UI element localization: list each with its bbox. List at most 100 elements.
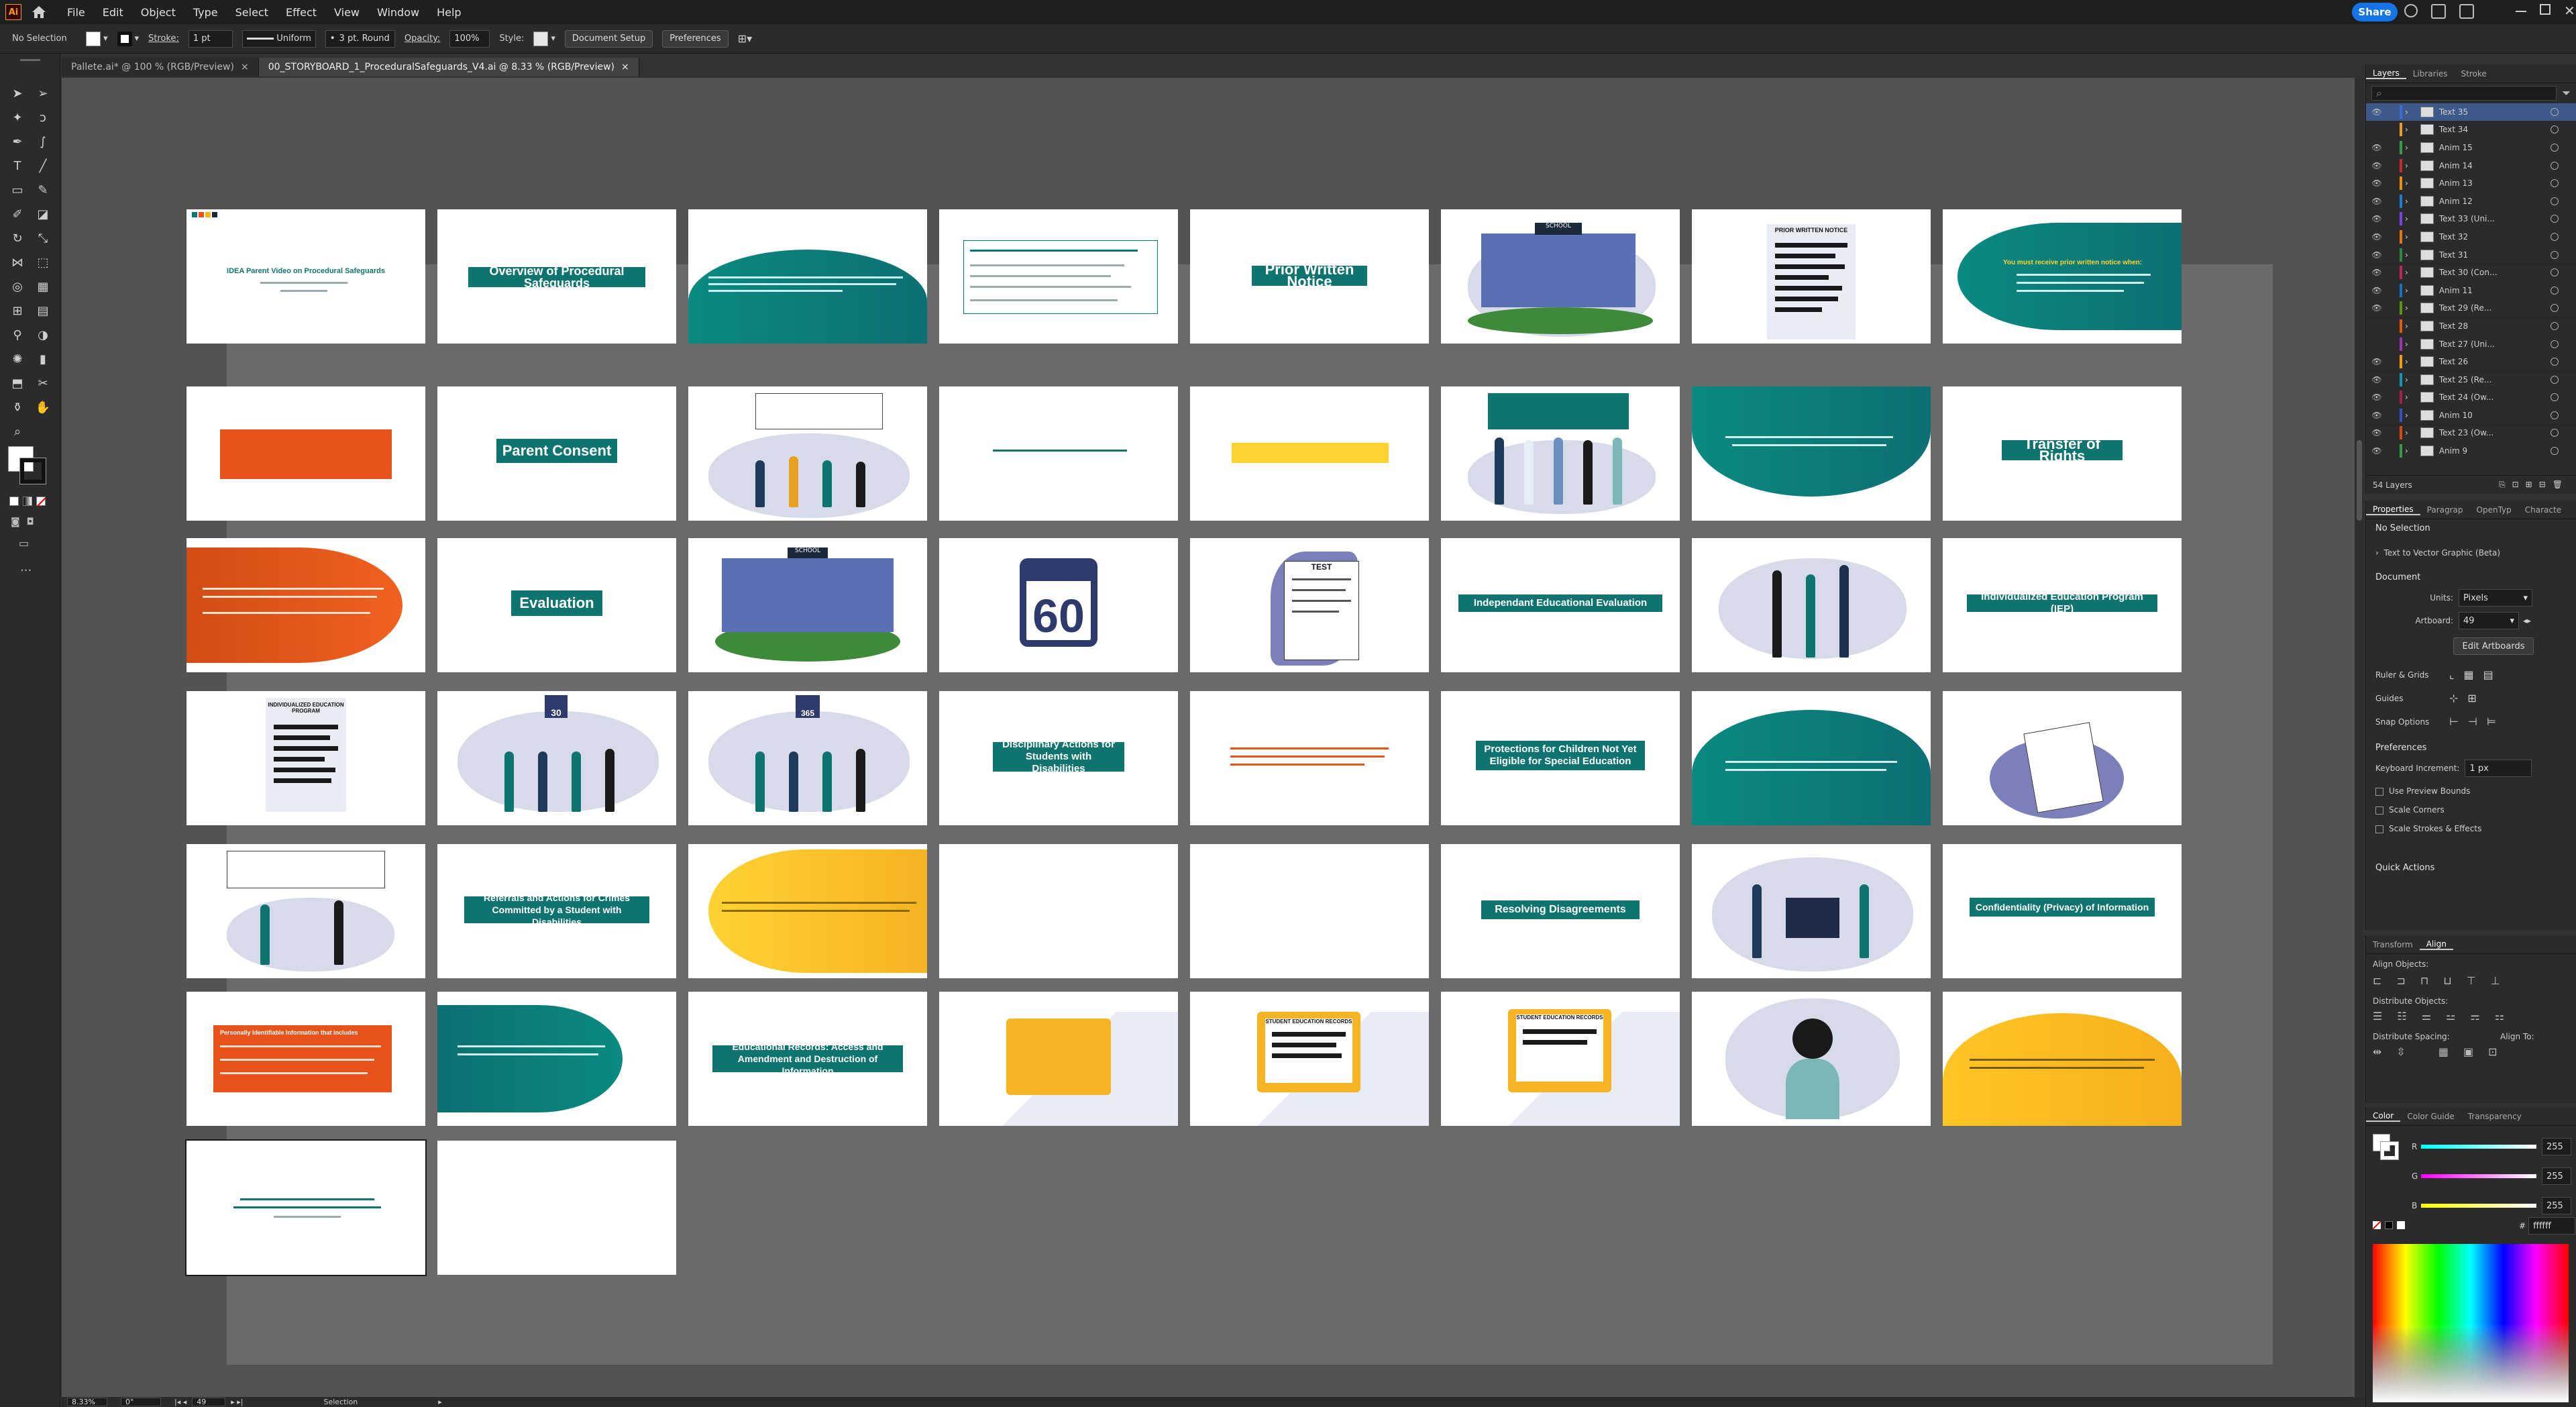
tab-transparency[interactable]: Transparency — [2461, 1112, 2528, 1121]
none-icon[interactable] — [36, 497, 47, 507]
eye-icon[interactable]: 👁 — [2370, 176, 2383, 190]
preferences-button[interactable]: Preferences — [662, 30, 729, 48]
close-icon[interactable]: ✕ — [2564, 4, 2575, 17]
artboard-43[interactable]: Educational Records: Access and Amendmen… — [688, 992, 927, 1126]
home-icon[interactable] — [30, 3, 48, 21]
artboard-34[interactable]: Referrals and Actions for Crimes Committ… — [437, 844, 676, 978]
layer-actions[interactable]: ⎘⊡⊞⊟🗑 — [2499, 480, 2569, 490]
color-spectrum[interactable] — [2373, 1244, 2569, 1402]
eye-icon[interactable]: 👁 — [2370, 105, 2383, 119]
lasso-tool-icon[interactable]: ↄ — [34, 109, 52, 126]
eye-icon[interactable]: 👁 — [2370, 444, 2383, 458]
artboard-48[interactable] — [1943, 992, 2182, 1126]
stroke-weight-value[interactable]: 1 pt — [188, 30, 233, 48]
keyboard-increment-field[interactable]: 1 px — [2465, 760, 2532, 777]
color-fill-stroke[interactable] — [2373, 1134, 2400, 1161]
stroke-swatch[interactable]: ▾ — [117, 31, 139, 46]
scroll-thumb[interactable] — [2357, 440, 2362, 521]
artboard-49[interactable] — [185, 1139, 427, 1276]
artboard-1[interactable]: IDEA Parent Video on Procedural Safeguar… — [186, 209, 425, 344]
style-swatch[interactable]: ▾ — [533, 31, 555, 46]
artboard-19[interactable]: SCHOOL — [688, 538, 927, 672]
layer-row[interactable]: 👁 › Anim 13 — [2366, 174, 2576, 193]
close-icon[interactable]: × — [621, 62, 629, 72]
opacity-value[interactable]: 100% — [449, 30, 490, 48]
black-swatch[interactable] — [2385, 1221, 2393, 1229]
maximize-icon[interactable] — [2540, 4, 2551, 15]
menu-type[interactable]: Type — [193, 6, 218, 19]
eye-icon[interactable]: 👁 — [2370, 355, 2383, 368]
artboard-50[interactable] — [437, 1141, 676, 1275]
artboard-5[interactable]: Prior Written Notice — [1190, 209, 1429, 344]
eye-icon[interactable] — [2370, 123, 2383, 136]
menu-window[interactable]: Window — [377, 6, 419, 19]
layer-row[interactable]: 👁 › Anim 9 — [2366, 442, 2576, 460]
fill-stroke-widget[interactable] — [8, 446, 48, 486]
artboard-4[interactable] — [939, 209, 1178, 344]
artboard-39[interactable] — [1692, 844, 1931, 978]
hex-field[interactable]: ffffff — [2528, 1217, 2576, 1235]
artboard-27[interactable]: 365 — [688, 691, 927, 825]
workspace-switcher-icon[interactable] — [2459, 4, 2474, 19]
target-icon[interactable] — [2551, 232, 2559, 241]
next-artboard-icon[interactable]: ▸ ▸| — [231, 1398, 243, 1406]
artboard-32[interactable] — [1943, 691, 2182, 825]
layer-row[interactable]: 👁 › Anim 11 — [2366, 282, 2576, 300]
artboard-16[interactable]: Transfer of Rights — [1943, 386, 2182, 521]
line-tool-icon[interactable]: ╱ — [34, 157, 52, 174]
hand-tool-icon[interactable]: ✋ — [34, 399, 52, 416]
artboard-select[interactable]: 49 ▾ — [2459, 612, 2519, 629]
text-to-vector-row[interactable]: › Text to Vector Graphic (Beta) — [2366, 537, 2576, 568]
artboard-26[interactable]: 30 — [437, 691, 676, 825]
red-value[interactable]: 255 — [2542, 1138, 2571, 1155]
first-artboard-icon[interactable]: |◂ ◂ — [174, 1398, 186, 1406]
layer-row[interactable]: 👁 › Text 26 — [2366, 353, 2576, 371]
draw-normal-icon[interactable]: ◙ — [11, 517, 20, 527]
artboard-22[interactable]: Independant Educational Evaluation — [1441, 538, 1680, 672]
artboard-11[interactable] — [688, 386, 927, 521]
artboard-8[interactable]: You must receive prior written notice wh… — [1943, 209, 2182, 344]
tab-pallete[interactable]: Pallete.ai* @ 100 % (RGB/Preview) × — [62, 58, 259, 76]
tab-character[interactable]: Characte — [2518, 505, 2568, 515]
layer-row[interactable]: 👁 › Text 32 — [2366, 228, 2576, 246]
tab-properties[interactable]: Properties — [2366, 505, 2420, 515]
minimize-icon[interactable] — [2516, 11, 2526, 12]
artboard-41[interactable]: Personally Identifiable Information that… — [186, 992, 425, 1126]
tab-color-guide[interactable]: Color Guide — [2400, 1112, 2461, 1121]
type-tool-icon[interactable]: T — [8, 157, 27, 174]
edit-artboards-button[interactable]: Edit Artboards — [2453, 637, 2534, 655]
close-icon[interactable]: × — [241, 62, 249, 72]
artboard-46[interactable]: STUDENT EDUCATION RECORDS — [1441, 992, 1680, 1126]
distribute-objects-buttons[interactable]: ☰☷⚌⚍⚎⚏ — [2366, 1010, 2576, 1023]
none-swatch[interactable] — [2372, 1220, 2381, 1230]
screen-mode-icon[interactable]: ▭ — [19, 537, 29, 550]
target-icon[interactable] — [2551, 125, 2559, 134]
scale-corners-checkbox[interactable]: Scale Corners — [2366, 798, 2576, 817]
target-icon[interactable] — [2551, 375, 2559, 384]
tab-transform[interactable]: Transform — [2366, 940, 2420, 949]
slice-tool-icon[interactable]: ✂ — [34, 374, 52, 392]
target-icon[interactable] — [2551, 107, 2559, 116]
target-icon[interactable] — [2551, 268, 2559, 277]
artboard-30[interactable]: Protections for Children Not Yet Eligibl… — [1441, 691, 1680, 825]
tab-color[interactable]: Color — [2366, 1111, 2401, 1122]
target-icon[interactable] — [2551, 429, 2559, 437]
status-arrow-icon[interactable]: ▸ — [438, 1398, 442, 1406]
artboard-33[interactable] — [186, 844, 425, 978]
artboard-29[interactable] — [1190, 691, 1429, 825]
eye-icon[interactable]: 👁 — [2370, 195, 2383, 208]
target-icon[interactable] — [2551, 304, 2559, 313]
target-icon[interactable] — [2551, 215, 2559, 223]
arrange-icon[interactable]: ⊞▾ — [738, 32, 752, 45]
free-transform-tool-icon[interactable]: ⬚ — [34, 254, 52, 271]
search-icon[interactable] — [2404, 4, 2418, 17]
eye-icon[interactable] — [2370, 337, 2383, 351]
eye-icon[interactable]: 👁 — [2370, 159, 2383, 172]
target-icon[interactable] — [2551, 250, 2559, 259]
eye-icon[interactable]: 👁 — [2370, 212, 2383, 225]
artboard-18[interactable]: Evaluation — [437, 538, 676, 672]
zoom-field[interactable]: 8.33% — [67, 1398, 107, 1406]
target-icon[interactable] — [2551, 197, 2559, 205]
brush-select[interactable]: • 3 pt. Round — [325, 30, 395, 48]
menu-object[interactable]: Object — [141, 6, 176, 19]
